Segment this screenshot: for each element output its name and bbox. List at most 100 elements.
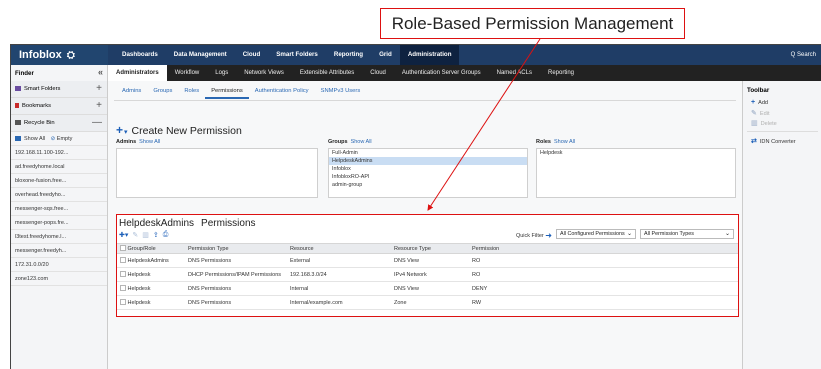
quick-filter[interactable]: Quick Filter ➜ (516, 231, 552, 240)
list-item[interactable]: Infoblox (329, 165, 527, 173)
subnav-workflow[interactable]: Workflow (167, 65, 208, 81)
list-item[interactable]: Helpdesk (537, 149, 735, 157)
tab-permissions[interactable]: Permissions (205, 85, 249, 99)
list-item[interactable]: l3test.freedyhome.l... (11, 230, 107, 244)
nav-grid[interactable]: Grid (371, 45, 400, 65)
row-checkbox[interactable] (120, 285, 126, 291)
nav-reporting[interactable]: Reporting (326, 45, 371, 65)
collapse-icon[interactable]: « (98, 67, 103, 77)
create-permission-header[interactable]: +▾ Create New Permission (116, 123, 242, 137)
finder-section-bookmarks[interactable]: Bookmarks + (11, 98, 107, 115)
nav-data-management[interactable]: Data Management (166, 45, 235, 65)
list-item[interactable]: 192.168.11.100-192... (11, 146, 107, 160)
list-item[interactable]: bloxone-fusion.free... (11, 174, 107, 188)
empty-icon: ⊘ (50, 136, 56, 142)
nav-dashboards[interactable]: Dashboards (114, 45, 166, 65)
table-row[interactable]: HelpdeskAdmins DNS Permissions External … (117, 253, 738, 268)
admins-list[interactable] (116, 148, 318, 198)
groups-column-label: Groups Show All (328, 139, 372, 145)
list-item[interactable]: 172.31.0.0/20 (11, 258, 107, 272)
tab-authentication-policy[interactable]: Authentication Policy (249, 85, 315, 99)
list-item[interactable]: overhead.freedyho... (11, 188, 107, 202)
row-checkbox[interactable] (120, 257, 126, 263)
table-header-row: Group/Role Permission Type Resource Reso… (117, 243, 738, 254)
empty-link[interactable]: Empty (57, 136, 73, 142)
toolbar-panel: Toolbar + Add ✎ Edit ▥ Delete ⇄ IDN Converte… (742, 81, 821, 369)
plus-icon: + (116, 123, 124, 137)
print-icon[interactable]: ⎙ (163, 231, 169, 239)
arrow-right-icon: ➜ (545, 231, 552, 240)
list-item[interactable]: zone123.com (11, 272, 107, 286)
recycle-bin-list: Show All ⊘ Empty 192.168.11.100-192... a… (11, 132, 107, 286)
subnav-extensible-attributes[interactable]: Extensible Attributes (292, 65, 362, 81)
header-resource[interactable]: Resource (287, 243, 391, 254)
list-item[interactable]: Full-Admin (329, 149, 527, 157)
subnav-auth-server-groups[interactable]: Authentication Server Groups (394, 65, 489, 81)
search-link[interactable]: Q Search (791, 45, 816, 65)
roles-list[interactable]: Helpdesk (536, 148, 736, 198)
subnav-reporting[interactable]: Reporting (540, 65, 582, 81)
finder-title: Finder (15, 70, 34, 77)
toolbar-idn-converter-button[interactable]: ⇄ IDN Converter (743, 135, 821, 145)
subnav-network-views[interactable]: Network Views (236, 65, 292, 81)
recycle-bin-icon (15, 120, 21, 125)
add-bookmark-icon[interactable]: + (96, 100, 102, 111)
subnav-logs[interactable]: Logs (207, 65, 236, 81)
nav-cloud[interactable]: Cloud (235, 45, 269, 65)
table-row[interactable]: Helpdesk DNS Permissions Internal/exampl… (117, 295, 738, 310)
table-row[interactable]: Helpdesk DNS Permissions Internal DNS Vi… (117, 281, 738, 296)
list-item[interactable]: admin-group (329, 181, 527, 189)
tab-groups[interactable]: Groups (147, 85, 178, 99)
list-item[interactable]: messenger-sqs.free... (11, 202, 107, 216)
row-checkbox[interactable] (120, 299, 126, 305)
list-item[interactable]: InfobloxRO-API (329, 173, 527, 181)
nav-administration[interactable]: Administration (399, 45, 460, 65)
list-item-selected[interactable]: HelpdeskAdmins (329, 157, 527, 165)
tab-admins[interactable]: Admins (116, 85, 147, 99)
tab-roles[interactable]: Roles (178, 85, 205, 99)
list-item[interactable]: messenger-pops.fre... (11, 216, 107, 230)
permissions-filter-select[interactable]: All Configured Permissions ⌄ (556, 229, 636, 239)
callout-label: Role-Based Permission Management (380, 8, 685, 39)
show-all-link[interactable]: Show All (24, 136, 45, 142)
tab-snmpv3-users[interactable]: SNMPv3 Users (315, 85, 367, 99)
toolbar-title: Toolbar (747, 87, 770, 94)
subnav-administrators[interactable]: Administrators (108, 65, 167, 81)
permission-type-select[interactable]: All Permission Types ⌄ (640, 229, 734, 239)
toolbar-add-button[interactable]: + Add (743, 97, 821, 107)
groups-show-all-link[interactable]: Show All (351, 139, 372, 145)
logo[interactable]: Infoblox ⛭ (11, 45, 108, 65)
row-checkbox[interactable] (120, 271, 126, 277)
admins-show-all-link[interactable]: Show All (139, 139, 160, 145)
tab-divider (114, 100, 736, 101)
edit-icon[interactable]: ✎ (132, 231, 138, 239)
select-all-checkbox[interactable] (120, 245, 126, 251)
brand-mark-icon: ⛭ (66, 50, 75, 61)
finder-section-recycle-bin[interactable]: Recycle Bin — (11, 115, 107, 132)
header-group-role[interactable]: Group/Role (117, 243, 185, 254)
quick-filter-label: Quick Filter (515, 233, 544, 239)
roles-column-label: Roles Show All (536, 139, 576, 145)
table-row[interactable]: Helpdesk DHCP Permissions/IPAM Permissio… (117, 267, 738, 282)
finder-section-smart-folders[interactable]: Smart Folders + (11, 81, 107, 98)
subnav-named-acls[interactable]: Named ACLs (489, 65, 540, 81)
export-icon[interactable]: ⇪ (153, 231, 159, 239)
header-resource-type[interactable]: Resource Type (391, 243, 469, 254)
permissions-label: Permissions (201, 218, 256, 229)
header-permission-type[interactable]: Permission Type (185, 243, 287, 254)
smart-folder-icon (15, 86, 21, 91)
collapse-recycle-bin-icon[interactable]: — (92, 117, 102, 128)
list-item[interactable]: ad.freedyhome.local (11, 160, 107, 174)
list-item[interactable]: messenger.freedyh... (11, 244, 107, 258)
header-permission[interactable]: Permission (469, 243, 738, 254)
add-permission-icon[interactable]: ✚▾ (119, 231, 128, 239)
toolbar-delete-button[interactable]: ▥ Delete (743, 117, 821, 127)
delete-icon[interactable]: ▥ (142, 231, 149, 239)
recycle-actions: Show All ⊘ Empty (11, 132, 107, 146)
roles-show-all-link[interactable]: Show All (554, 139, 575, 145)
toolbar-edit-button[interactable]: ✎ Edit (743, 107, 821, 117)
groups-list[interactable]: Full-Admin HelpdeskAdmins Infoblox Infob… (328, 148, 528, 198)
subnav-cloud[interactable]: Cloud (362, 65, 394, 81)
add-smart-folder-icon[interactable]: + (96, 83, 102, 94)
nav-smart-folders[interactable]: Smart Folders (268, 45, 326, 65)
